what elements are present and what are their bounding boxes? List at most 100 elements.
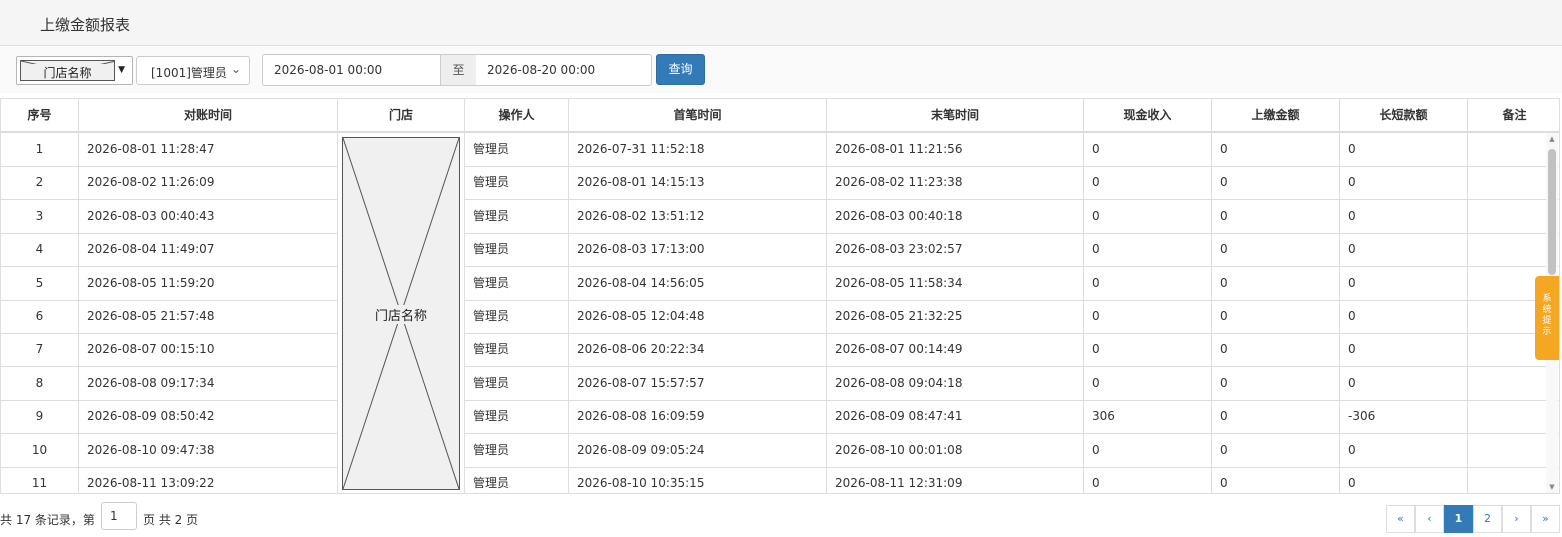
cell-operator: 管理员: [465, 333, 569, 367]
cell-index: 8: [1, 366, 79, 400]
column-header-first-time[interactable]: 首笔时间: [569, 99, 827, 133]
scroll-down-arrow-icon[interactable]: ▼: [1546, 483, 1558, 491]
cell-cash-income: 0: [1084, 333, 1212, 367]
end-date-value: 2026-08-20 00:00: [487, 63, 596, 77]
table-row[interactable]: 9 2026-08-09 08:50:42 管理员 2026-08-08 16:09:…: [1, 400, 1559, 435]
cell-last-time: 2026-08-11 12:31:09: [827, 467, 1084, 493]
cell-over-short: 0: [1340, 366, 1468, 400]
table-row[interactable]: 7 2026-08-07 00:15:10 管理员 2026-08-06 20:22:…: [1, 333, 1559, 368]
query-button[interactable]: 查询: [656, 54, 705, 85]
system-tip-tab[interactable]: 系统提示: [1535, 276, 1559, 360]
next-page-button[interactable]: ›: [1502, 505, 1531, 533]
cell-cash-income: 0: [1084, 166, 1212, 200]
cell-reconcile-time: 2026-08-05 11:59:20: [79, 266, 338, 300]
operator-select[interactable]: [1001]管理员 ⌄: [136, 56, 250, 85]
cell-over-short: 0: [1340, 300, 1468, 333]
table-row[interactable]: 10 2026-08-10 09:47:38 管理员 2026-08-09 09:05…: [1, 433, 1559, 468]
cell-over-short: 0: [1340, 166, 1468, 200]
cell-cash-income: 0: [1084, 366, 1212, 400]
store-select-label: 门店名称: [21, 64, 114, 80]
column-header-operator[interactable]: 操作人: [465, 99, 569, 133]
table-row[interactable]: 8 2026-08-08 09:17:34 管理员 2026-08-07 15:57:…: [1, 366, 1559, 401]
column-header-store[interactable]: 门店: [338, 99, 465, 133]
cell-cash-income: 306: [1084, 400, 1212, 434]
cell-index: 3: [1, 199, 79, 233]
prev-page-button[interactable]: ‹: [1415, 505, 1444, 533]
cell-index: 7: [1, 333, 79, 367]
table-row[interactable]: 6 2026-08-05 21:57:48 管理员 2026-08-05 12:04:…: [1, 300, 1559, 334]
cell-first-time: 2026-08-04 14:56:05: [569, 266, 827, 300]
cell-over-short: -306: [1340, 400, 1468, 434]
cell-remitted-amount: 0: [1212, 333, 1340, 367]
column-header-last-time[interactable]: 末笔时间: [827, 99, 1084, 133]
caret-down-icon[interactable]: ▼: [118, 65, 125, 75]
end-date-input[interactable]: 2026-08-20 00:00: [476, 54, 652, 86]
cell-reconcile-time: 2026-08-01 11:28:47: [79, 133, 338, 166]
scroll-up-arrow-icon[interactable]: ▲: [1546, 135, 1558, 143]
cell-remitted-amount: 0: [1212, 433, 1340, 467]
cell-last-time: 2026-08-05 11:58:34: [827, 266, 1084, 300]
cell-index: 11: [1, 467, 79, 493]
table-row[interactable]: 1 2026-08-01 11:28:47 管理员 2026-07-31 11:52:…: [1, 133, 1559, 167]
table-row[interactable]: 4 2026-08-04 11:49:07 管理员 2026-08-03 17:13:…: [1, 233, 1559, 268]
cell-last-time: 2026-08-03 23:02:57: [827, 233, 1084, 267]
store-cell-label: 门店名称: [343, 305, 459, 324]
cell-remitted-amount: 0: [1212, 199, 1340, 233]
cell-operator: 管理员: [465, 233, 569, 267]
cell-operator: 管理员: [465, 166, 569, 200]
table-row[interactable]: 2 2026-08-02 11:26:09 管理员 2026-08-01 14:15:…: [1, 166, 1559, 201]
cell-index: 10: [1, 433, 79, 467]
cell-cash-income: 0: [1084, 467, 1212, 493]
scroll-thumb[interactable]: [1548, 149, 1556, 275]
start-date-input[interactable]: 2026-08-01 00:00: [262, 54, 441, 86]
last-page-button[interactable]: »: [1531, 505, 1560, 533]
start-date-value: 2026-08-01 00:00: [274, 63, 383, 77]
store-select[interactable]: 门店名称 ▼: [16, 56, 133, 85]
cell-first-time: 2026-07-31 11:52:18: [569, 133, 827, 166]
cell-first-time: 2026-08-08 16:09:59: [569, 400, 827, 434]
cell-remitted-amount: 0: [1212, 467, 1340, 493]
cell-remitted-amount: 0: [1212, 166, 1340, 200]
cell-over-short: 0: [1340, 233, 1468, 267]
cell-index: 2: [1, 166, 79, 200]
cell-reconcile-time: 2026-08-08 09:17:34: [79, 366, 338, 400]
column-header-over-short[interactable]: 长短款额: [1340, 99, 1468, 133]
column-header-reconcile-time[interactable]: 对账时间: [79, 99, 338, 133]
total-pages-text: 页 共 2 页: [143, 513, 199, 527]
cell-first-time: 2026-08-05 12:04:48: [569, 300, 827, 333]
column-header-remark[interactable]: 备注: [1468, 99, 1559, 133]
cell-operator: 管理员: [465, 433, 569, 467]
operator-select-value: [1001]管理员: [151, 66, 227, 80]
cell-last-time: 2026-08-02 11:23:38: [827, 166, 1084, 200]
cell-remitted-amount: 0: [1212, 266, 1340, 300]
cell-last-time: 2026-08-09 08:47:41: [827, 400, 1084, 434]
cell-index: 9: [1, 400, 79, 434]
cell-remitted-amount: 0: [1212, 400, 1340, 434]
cell-last-time: 2026-08-08 09:04:18: [827, 366, 1084, 400]
cell-cash-income: 0: [1084, 199, 1212, 233]
column-header-remitted-amount[interactable]: 上缴金额: [1212, 99, 1340, 133]
table-row[interactable]: 3 2026-08-03 00:40:43 管理员 2026-08-02 13:51:…: [1, 199, 1559, 234]
table-row[interactable]: 5 2026-08-05 11:59:20 管理员 2026-08-04 14:56:…: [1, 266, 1559, 301]
column-header-cash-income[interactable]: 现金收入: [1084, 99, 1212, 133]
column-header-index[interactable]: 序号: [1, 99, 79, 133]
page-number-input[interactable]: 1: [101, 502, 137, 530]
cell-index: 1: [1, 133, 79, 166]
page-button-1[interactable]: 1: [1444, 505, 1473, 533]
cell-cash-income: 0: [1084, 266, 1212, 300]
cell-first-time: 2026-08-09 09:05:24: [569, 433, 827, 467]
cell-cash-income: 0: [1084, 433, 1212, 467]
cell-reconcile-time: 2026-08-09 08:50:42: [79, 400, 338, 434]
chevron-down-icon: ⌄: [230, 62, 241, 76]
cell-operator: 管理员: [465, 400, 569, 434]
cell-index: 5: [1, 266, 79, 300]
cell-first-time: 2026-08-02 13:51:12: [569, 199, 827, 233]
table-row[interactable]: 11 2026-08-11 13:09:22 管理员 2026-08-10 10:35…: [1, 467, 1559, 493]
cell-first-time: 2026-08-10 10:35:15: [569, 467, 827, 493]
cell-remitted-amount: 0: [1212, 300, 1340, 333]
cell-over-short: 0: [1340, 467, 1468, 493]
first-page-button[interactable]: «: [1386, 505, 1415, 533]
cell-reconcile-time: 2026-08-02 11:26:09: [79, 166, 338, 200]
page-button-2[interactable]: 2: [1473, 505, 1502, 533]
cell-last-time: 2026-08-10 00:01:08: [827, 433, 1084, 467]
